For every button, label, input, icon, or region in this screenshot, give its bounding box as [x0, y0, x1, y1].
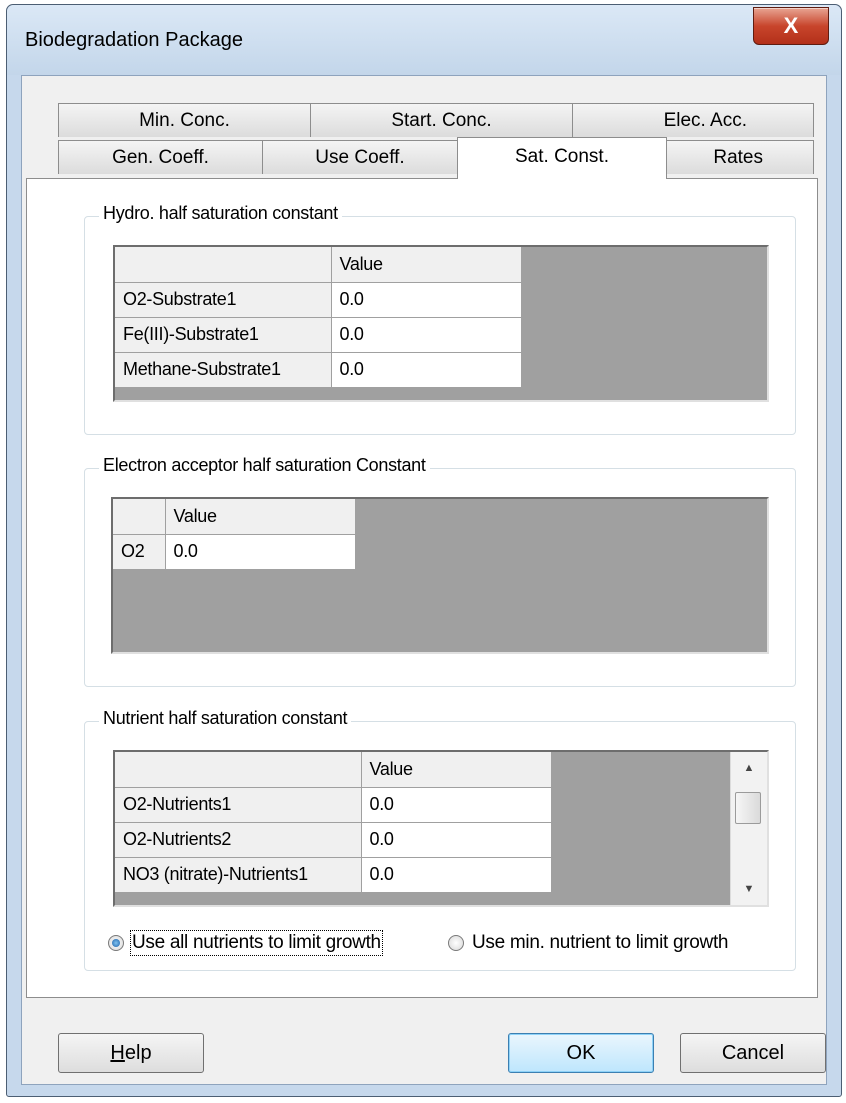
close-icon: X — [783, 13, 799, 38]
tab-min-conc[interactable]: Min. Conc. — [58, 103, 311, 137]
value-cell[interactable]: 0.0 — [331, 317, 522, 353]
hydro-grid[interactable]: Value O2-Substrate1 0.0 Fe(III)-Substrat… — [113, 245, 769, 402]
value-cell[interactable]: 0.0 — [331, 352, 522, 388]
value-cell[interactable]: 0.0 — [165, 534, 356, 570]
all-nutrients-option[interactable]: Use all nutrients to limit growth — [108, 930, 383, 956]
ok-label: OK — [566, 1042, 596, 1064]
table-row[interactable]: O2-Substrate1 0.0 — [115, 282, 522, 318]
all-nutrients-label: Use all nutrients to limit growth — [130, 930, 383, 956]
tab-gen-coeff[interactable]: Gen. Coeff. — [58, 140, 263, 174]
dialog-window: Biodegradation Package X Min. Conc. Star… — [6, 4, 842, 1097]
value-cell[interactable]: 0.0 — [361, 857, 552, 893]
min-nutrient-option[interactable]: Use min. nutrient to limit growth — [448, 932, 729, 954]
row-header: O2 — [113, 534, 166, 570]
row-header: NO3 (nitrate)-Nutrients1 — [115, 857, 362, 893]
electron-grid[interactable]: Value O2 0.0 — [111, 497, 769, 654]
row-header: Fe(III)-Substrate1 — [115, 317, 332, 353]
nutrient-group-label: Nutrient half saturation constant — [99, 708, 352, 729]
min-nutrient-label: Use min. nutrient to limit growth — [472, 932, 729, 953]
row-header: O2-Nutrients1 — [115, 787, 362, 823]
scroll-up-icon[interactable]: ▲ — [731, 762, 767, 774]
help-button[interactable]: Help — [58, 1033, 204, 1073]
row-header-corner — [115, 247, 332, 283]
tab-elec-acc[interactable]: Elec. Acc. — [572, 103, 814, 137]
row-header-corner — [115, 752, 362, 788]
value-cell[interactable]: 0.0 — [361, 822, 552, 858]
ok-button[interactable]: OK — [508, 1033, 654, 1073]
row-header: O2-Substrate1 — [115, 282, 332, 318]
help-mnemonic: H — [110, 1042, 125, 1064]
table-header-row: Value — [115, 247, 522, 283]
column-header-value: Value — [361, 752, 552, 788]
dialog-client: Min. Conc. Start. Conc. Elec. Acc. Gen. … — [21, 75, 827, 1085]
column-header-value: Value — [331, 247, 522, 283]
close-button[interactable]: X — [753, 7, 829, 45]
electron-group-label: Electron acceptor half saturation Consta… — [99, 455, 430, 476]
title-bar: Biodegradation Package X — [7, 5, 841, 75]
table-row[interactable]: O2 0.0 — [113, 534, 356, 570]
value-cell[interactable]: 0.0 — [361, 787, 552, 823]
radio-checked-icon[interactable] — [108, 935, 124, 951]
table-row[interactable]: Methane-Substrate1 0.0 — [115, 352, 522, 388]
scroll-down-icon[interactable]: ▼ — [731, 883, 767, 895]
row-header: O2-Nutrients2 — [115, 822, 362, 858]
cancel-button[interactable]: Cancel — [680, 1033, 826, 1073]
tab-use-coeff[interactable]: Use Coeff. — [262, 140, 458, 174]
nutrient-grid[interactable]: Value O2-Nutrients1 0.0 O2-Nutrients2 0.… — [113, 750, 769, 907]
table-header-row: Value — [113, 499, 356, 535]
electron-group: Electron acceptor half saturation Consta… — [84, 455, 796, 687]
table-row[interactable]: O2-Nutrients1 0.0 — [115, 787, 552, 823]
radio-unchecked-icon[interactable] — [448, 935, 464, 951]
table-row[interactable]: O2-Nutrients2 0.0 — [115, 822, 552, 858]
table-header-row: Value — [115, 752, 552, 788]
help-label: elp — [124, 1042, 152, 1064]
tab-start-conc[interactable]: Start. Conc. — [310, 103, 573, 137]
tab-sat-const[interactable]: Sat. Const. — [457, 137, 667, 179]
hydro-group-label: Hydro. half saturation constant — [99, 203, 342, 224]
hydro-group: Hydro. half saturation constant Value O2… — [84, 203, 796, 435]
cancel-label: Cancel — [721, 1042, 785, 1064]
table-row[interactable]: Fe(III)-Substrate1 0.0 — [115, 317, 522, 353]
window-title: Biodegradation Package — [25, 29, 243, 51]
row-header-corner — [113, 499, 166, 535]
row-header: Methane-Substrate1 — [115, 352, 332, 388]
column-header-value: Value — [165, 499, 356, 535]
tab-rates[interactable]: Rates — [666, 140, 814, 174]
value-cell[interactable]: 0.0 — [331, 282, 522, 318]
nutrient-scrollbar[interactable]: ▲ ▼ — [730, 752, 767, 905]
scroll-thumb[interactable] — [735, 792, 761, 824]
table-row[interactable]: NO3 (nitrate)-Nutrients1 0.0 — [115, 857, 552, 893]
